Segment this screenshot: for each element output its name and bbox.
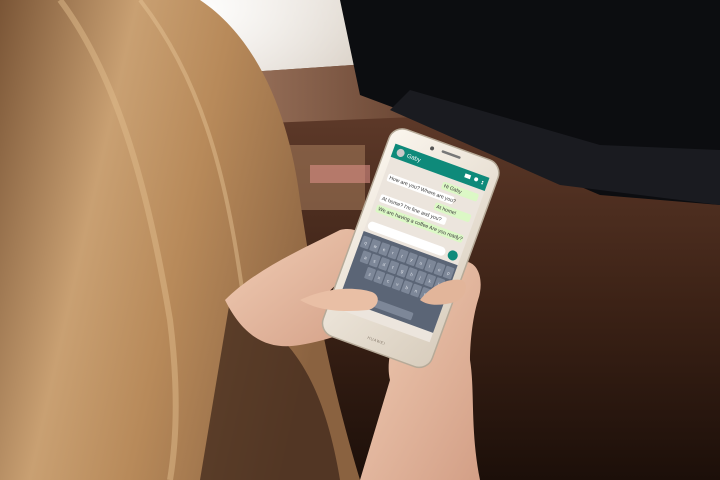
photo-scene: Gaby Hi Gaby How are you? Where are you?… — [0, 0, 720, 480]
items-in-cabinet — [310, 165, 370, 183]
photo-svg: Gaby Hi Gaby How are you? Where are you?… — [0, 0, 720, 480]
